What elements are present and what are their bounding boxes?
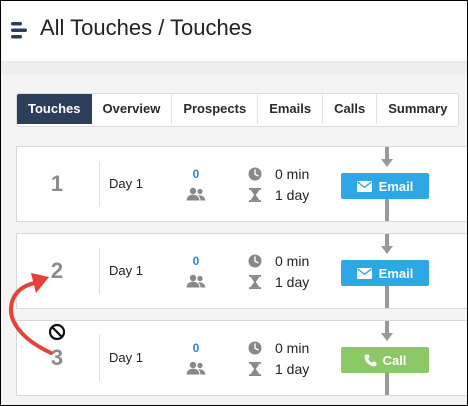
clock-icon bbox=[248, 254, 262, 268]
touch-row-2[interactable]: 2 Day 1 0 0 min 1 day Email bbox=[16, 233, 467, 309]
page-title: All Touches / Touches bbox=[40, 15, 252, 40]
people-icon bbox=[186, 187, 206, 201]
tab-emails[interactable]: Emails bbox=[258, 94, 324, 124]
people-icon bbox=[186, 274, 206, 288]
touch-duration: 0 min bbox=[275, 166, 310, 182]
touch-delay: 1 day bbox=[275, 361, 310, 377]
page-header: All Touches / Touches bbox=[1, 1, 467, 62]
clock-icon bbox=[248, 167, 262, 181]
not-allowed-icon bbox=[48, 323, 66, 341]
list-lines-icon bbox=[11, 22, 27, 39]
prospect-count[interactable]: 0 bbox=[189, 341, 203, 355]
tab-overview[interactable]: Overview bbox=[91, 94, 173, 124]
envelope-icon bbox=[356, 180, 372, 192]
tab-touches[interactable]: Touches bbox=[17, 94, 92, 124]
touch-duration: 0 min bbox=[275, 253, 310, 269]
action-label: Email bbox=[378, 265, 414, 281]
envelope-icon bbox=[356, 267, 372, 279]
touch-row-3[interactable]: 3 Day 1 0 0 min 1 day Call bbox=[16, 320, 467, 396]
tab-bar: Touches Overview Prospects Emails Calls … bbox=[16, 93, 460, 127]
touch-duration: 0 min bbox=[275, 340, 310, 356]
touch-row-1[interactable]: 1 Day 1 0 0 min 1 day Email bbox=[16, 146, 467, 222]
touch-number: 2 bbox=[50, 258, 64, 283]
email-action-button[interactable]: Email bbox=[341, 260, 429, 286]
email-action-button[interactable]: Email bbox=[341, 173, 429, 199]
app-window: All Touches / Touches Touches Overview P… bbox=[0, 0, 468, 406]
phone-icon bbox=[364, 354, 376, 366]
tab-calls[interactable]: Calls bbox=[323, 94, 378, 124]
touch-day: Day 1 bbox=[109, 263, 143, 278]
hourglass-icon bbox=[249, 275, 261, 289]
clock-icon bbox=[248, 341, 262, 355]
touch-day: Day 1 bbox=[109, 350, 143, 365]
touch-number: 1 bbox=[50, 171, 64, 196]
touch-day: Day 1 bbox=[109, 176, 143, 191]
prospect-count[interactable]: 0 bbox=[189, 167, 203, 181]
tab-prospects[interactable]: Prospects bbox=[172, 94, 259, 124]
call-action-button[interactable]: Call bbox=[341, 347, 429, 373]
people-icon bbox=[186, 361, 206, 375]
main-content: Touches Overview Prospects Emails Calls … bbox=[1, 62, 467, 405]
hourglass-icon bbox=[249, 188, 261, 202]
touch-delay: 1 day bbox=[275, 274, 310, 290]
touch-delay: 1 day bbox=[275, 187, 310, 203]
tab-summary[interactable]: Summary bbox=[377, 94, 459, 124]
action-label: Email bbox=[378, 178, 414, 194]
action-label: Call bbox=[382, 352, 407, 368]
hourglass-icon bbox=[249, 362, 261, 376]
prospect-count[interactable]: 0 bbox=[189, 254, 203, 268]
